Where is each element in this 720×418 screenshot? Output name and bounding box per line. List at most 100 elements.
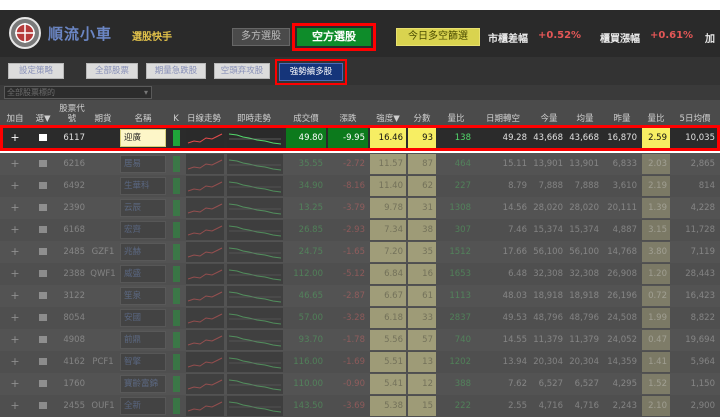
row-checkbox[interactable] [34, 351, 52, 373]
daily-trend-sparkline [186, 396, 224, 416]
add-button[interactable]: + [4, 285, 26, 307]
stock-name[interactable]: 安國 [120, 309, 166, 327]
settings-button[interactable]: 設定策略 [8, 63, 64, 79]
row-checkbox[interactable] [34, 153, 52, 175]
row-checkbox[interactable] [34, 175, 52, 197]
stock-name[interactable]: 居易 [120, 155, 166, 173]
table-row[interactable]: +6216 居易 35.55 -2.72 11.57 87 464 15.11 13,901 13… [0, 153, 720, 175]
col-header[interactable]: 期貨 [88, 100, 118, 127]
col-header[interactable]: 成交價 [286, 100, 326, 127]
col-header[interactable]: 分數 [408, 100, 436, 127]
brand-title: 順流小車 [48, 25, 113, 43]
add-button[interactable]: + [4, 175, 26, 197]
table-row[interactable]: +2388 QWF1 威盛 112.00 -5.12 6.84 16 1653 6.48 32,3… [0, 263, 720, 285]
avg-volume-cell: 15,374 [569, 225, 599, 235]
strategy-toolbar: 設定策略 全部股票 期量急跌股 空頭弃攻股 [0, 57, 720, 85]
stock-name[interactable]: 全新 [120, 397, 166, 415]
table-row[interactable]: +4162 PCF1 智擎 116.00 -1.69 5.51 13 1202 13.94 20,… [0, 351, 720, 373]
row-checkbox[interactable] [34, 373, 52, 395]
intraday-trend-sparkline [227, 374, 283, 394]
col-header[interactable]: 選▼ [30, 100, 56, 127]
row-checkbox[interactable] [34, 241, 52, 263]
table-row[interactable]: +2455 OUF1 全新 143.50 -3.69 5.38 15 222 2.55 4,716… [0, 395, 720, 417]
row-checkbox[interactable] [34, 329, 52, 351]
col-header[interactable]: 名稱 [120, 100, 166, 127]
col-header[interactable]: 加自 [4, 100, 26, 127]
strength-cell: 9.78 [384, 203, 403, 213]
extra-label: 加 [705, 34, 715, 45]
add-button[interactable]: + [4, 219, 26, 241]
add-button[interactable]: + [4, 395, 26, 417]
col-header[interactable]: 量比 [438, 100, 474, 127]
avg-volume-cell: 4,716 [574, 401, 599, 411]
add-button[interactable]: + [4, 351, 26, 373]
col-header[interactable]: 5日均價 [672, 100, 718, 127]
today-volume-cell: 13,901 [533, 159, 563, 169]
table-row[interactable]: +2485 GZF1 兆赫 24.75 -1.65 7.20 35 1512 17.66 56,1… [0, 241, 720, 263]
stock-name[interactable]: 云辰 [120, 199, 166, 217]
row-checkbox[interactable] [34, 219, 52, 241]
ratio-cell: 3.15 [648, 225, 667, 235]
add-button[interactable]: + [4, 241, 26, 263]
prev-volume-cell: 3,610 [612, 181, 637, 191]
row-checkbox[interactable] [34, 263, 52, 285]
col-header[interactable]: 日期轉空 [476, 100, 530, 127]
stock-name[interactable]: 笙泉 [120, 287, 166, 305]
table-row[interactable]: +3122 笙泉 46.65 -2.87 6.67 61 1113 48.03 18,918 18… [0, 285, 720, 307]
add-button[interactable]: + [4, 373, 26, 395]
futures-code [88, 307, 118, 329]
score-cell: 12 [422, 379, 433, 389]
add-button[interactable]: + [4, 153, 26, 175]
stock-name[interactable]: 兆赫 [120, 243, 166, 261]
prev-volume-cell: 14,359 [607, 357, 637, 367]
stock-name[interactable]: 智擎 [120, 353, 166, 371]
table-row[interactable]: +6492 生華科 34.90 -8.16 11.40 62 227 8.79 7,888 7,8… [0, 175, 720, 197]
col-header[interactable]: 即時走勢 [226, 100, 282, 127]
stock-name[interactable]: 生華科 [120, 177, 166, 195]
volume-ratio-cell: 388 [454, 379, 471, 389]
day-short-cell: 49.53 [502, 313, 527, 323]
table-row[interactable]: +1760 寶齡富錦 110.00 -0.90 5.41 12 388 7.62 6,527 6,… [0, 373, 720, 395]
table-row[interactable]: +6168 宏齊 26.85 -2.93 7.34 38 307 7.46 15,374 15,3… [0, 219, 720, 241]
col-header[interactable]: 股票代號 [58, 100, 86, 127]
preset-button[interactable]: 期量急跌股 [146, 63, 206, 79]
strong-continue-button[interactable]: 強勢續多股 [279, 63, 343, 81]
col-header[interactable]: 漲跌 [328, 100, 368, 127]
add-button[interactable]: + [4, 329, 26, 351]
col-header[interactable]: 量比 [642, 100, 670, 127]
long-mode-button[interactable]: 多方選股 [232, 28, 290, 46]
today-screen-button[interactable]: 今日多空篩選 [396, 28, 480, 46]
daily-trend-icon [187, 401, 223, 412]
daily-trend-sparkline [186, 330, 224, 350]
stock-name[interactable]: 威盛 [120, 265, 166, 283]
table-row[interactable]: +8054 安國 57.00 -3.28 6.18 33 2837 49.53 48,796 48… [0, 307, 720, 329]
day-short-cell: 7.62 [508, 379, 527, 389]
daily-trend-icon [187, 379, 223, 390]
col-header[interactable]: K [170, 100, 182, 127]
attack-button[interactable]: 空頭弃攻股 [214, 63, 270, 79]
add-button[interactable]: + [4, 263, 26, 285]
avg-volume-cell: 13,901 [569, 159, 599, 169]
col-header[interactable]: 今量 [532, 100, 566, 127]
stock-code: 1760 [63, 379, 85, 389]
stock-name[interactable]: 前鼎 [120, 331, 166, 349]
table-row[interactable]: +4908 前鼎 93.70 -1.78 5.56 57 740 14.55 11,379 11,… [0, 329, 720, 351]
col-header[interactable]: 強度▼ [370, 100, 406, 127]
row-checkbox[interactable] [34, 197, 52, 219]
col-header[interactable]: 昨量 [604, 100, 640, 127]
short-mode-button[interactable]: 空方選股 [297, 28, 371, 46]
row-checkbox[interactable] [34, 307, 52, 329]
row-checkbox[interactable] [34, 285, 52, 307]
col-header[interactable]: 日線走勢 [184, 100, 224, 127]
table-row[interactable]: +2390 云辰 13.25 -3.79 9.78 31 1308 14.56 28,020 28… [0, 197, 720, 219]
row-checkbox[interactable] [34, 395, 52, 417]
all-stocks-button[interactable]: 全部股票 [86, 63, 138, 79]
avg-volume-cell: 11,379 [569, 335, 599, 345]
stock-name[interactable]: 寶齡富錦 [120, 375, 166, 393]
stock-name[interactable]: 宏齊 [120, 221, 166, 239]
add-button[interactable]: + [4, 197, 26, 219]
intraday-trend-icon [228, 159, 282, 171]
add-button[interactable]: + [4, 307, 26, 329]
stock-filter-select[interactable]: 全部股票標的 ▾ [4, 86, 152, 99]
col-header[interactable]: 均量 [568, 100, 602, 127]
